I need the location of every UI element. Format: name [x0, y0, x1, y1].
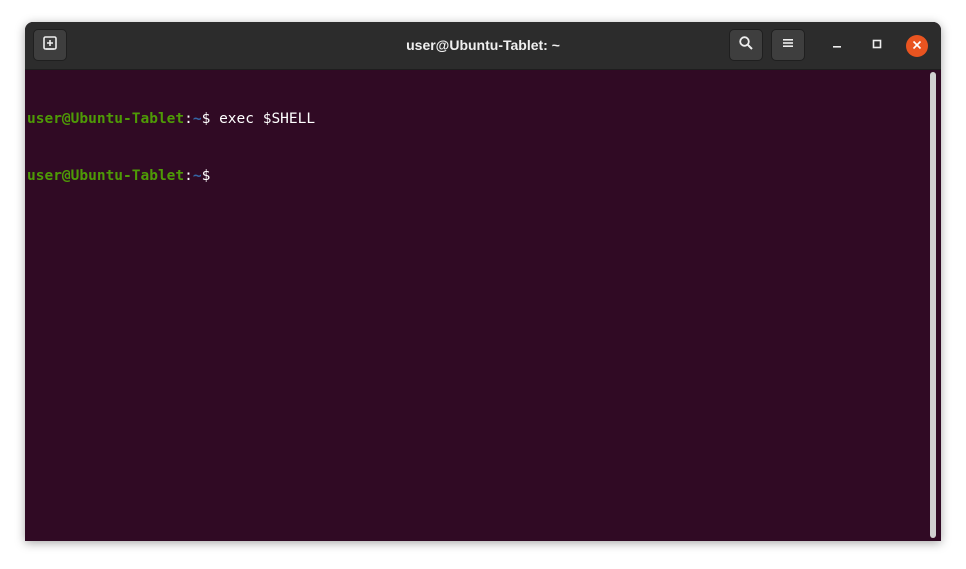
scrollbar[interactable]	[930, 72, 936, 538]
prompt-dollar: $	[201, 168, 211, 184]
close-icon	[912, 37, 922, 55]
search-button[interactable]	[729, 29, 763, 61]
prompt-path: ~	[192, 111, 202, 127]
search-icon	[738, 35, 754, 56]
prompt-path: ~	[192, 168, 202, 184]
maximize-icon	[871, 37, 883, 55]
hamburger-menu-icon	[781, 36, 795, 55]
terminal-output[interactable]: user@Ubuntu-Tablet:~$ exec $SHELL user@U…	[25, 70, 929, 541]
prompt-colon: :	[184, 111, 193, 127]
new-tab-button[interactable]	[33, 29, 67, 61]
close-button[interactable]	[906, 35, 928, 57]
new-tab-icon	[42, 35, 58, 56]
window-title: user@Ubuntu-Tablet: ~	[406, 37, 560, 53]
terminal-line: user@Ubuntu-Tablet:~$ exec $SHELL	[27, 110, 929, 129]
minimize-button[interactable]	[826, 35, 848, 57]
maximize-button[interactable]	[866, 35, 888, 57]
title-bar: user@Ubuntu-Tablet: ~	[25, 22, 941, 70]
terminal-line: user@Ubuntu-Tablet:~$	[27, 167, 929, 186]
minimize-icon	[831, 37, 843, 55]
terminal-window: user@Ubuntu-Tablet: ~ user@Ubuntu-Tablet…	[25, 22, 941, 541]
menu-button[interactable]	[771, 29, 805, 61]
prompt-user-host: user@Ubuntu-Tablet	[27, 168, 185, 184]
command-text: exec $SHELL	[210, 111, 316, 127]
prompt-colon: :	[184, 168, 193, 184]
prompt-user-host: user@Ubuntu-Tablet	[27, 111, 185, 127]
